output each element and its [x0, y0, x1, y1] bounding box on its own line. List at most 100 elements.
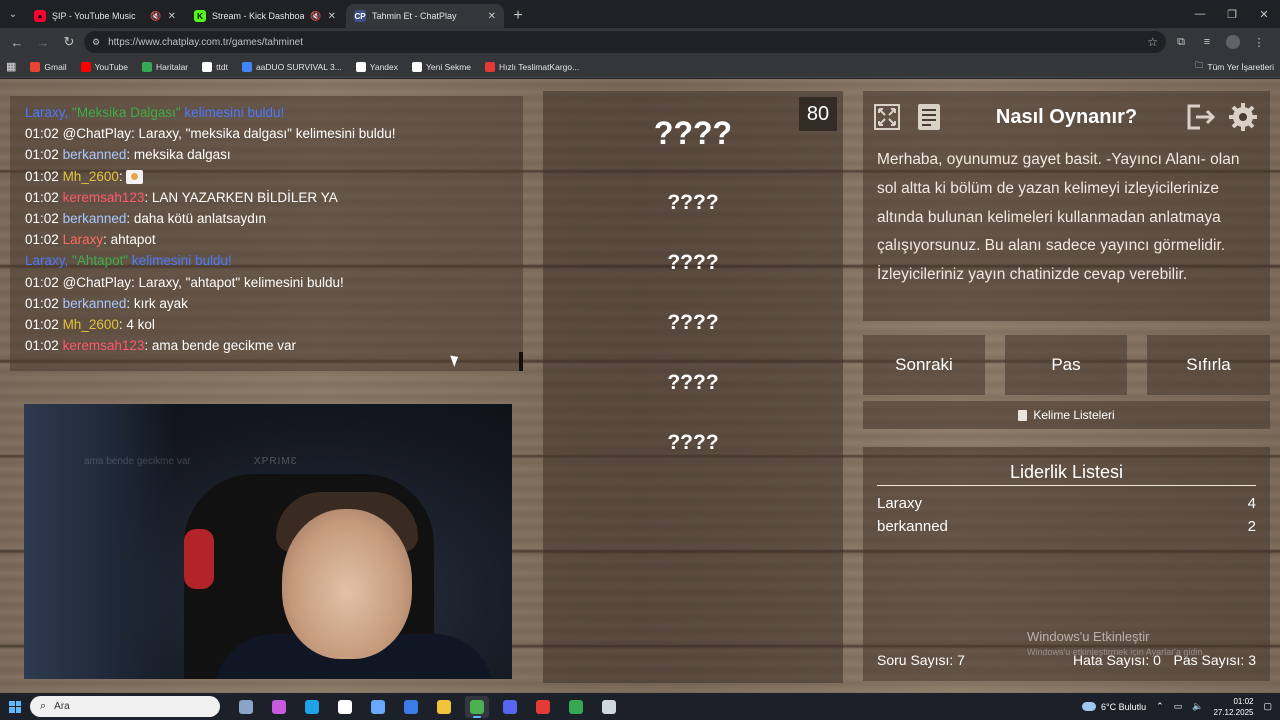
forbidden-word: ???? — [667, 191, 719, 214]
taskbar-app-icon[interactable] — [432, 696, 456, 718]
exit-icon[interactable] — [1185, 101, 1217, 133]
chat-username[interactable]: keremsah123 — [63, 190, 145, 205]
browser-tab[interactable]: ● ŞIP - YouTube Music 🔇 ✕ — [26, 4, 184, 28]
found-word: "Meksika Dalgası" — [72, 105, 181, 120]
taskbar-app-icon[interactable] — [597, 696, 621, 718]
chat-message: 01:02 @ChatPlay: Laraxy, "ahtapot" kelim… — [25, 272, 508, 293]
browser-tab[interactable]: CP Tahmin Et - ChatPlay ✕ — [346, 4, 504, 28]
bookmark-item[interactable]: YouTube — [80, 61, 128, 72]
chat-username[interactable]: Mh_2600 — [63, 317, 119, 332]
bookmark-item[interactable]: ttdt — [202, 61, 228, 72]
settings-gear-icon[interactable] — [1227, 101, 1259, 133]
tab-audio-icon[interactable]: 🔇 — [150, 11, 161, 22]
search-placeholder: Ara — [54, 701, 70, 712]
taskbar-app-icon[interactable] — [564, 696, 588, 718]
chat-username[interactable]: Laraxy — [63, 232, 104, 247]
tab-title: Tahmin Et - ChatPlay — [372, 11, 457, 21]
bookmark-label: Haritalar — [156, 61, 189, 72]
how-to-play-panel: Nasıl Oynanır? Merhaba, oyunumuz gayet b… — [863, 91, 1270, 321]
media-controls-icon[interactable]: ≡ — [1196, 31, 1218, 53]
menu-icon[interactable]: ⋮ — [1248, 31, 1270, 53]
chat-username[interactable]: keremsah123 — [63, 338, 145, 353]
chair-brand-text: XPRIMƐ — [254, 456, 298, 467]
tab-search-button[interactable]: ⌄ — [0, 0, 26, 28]
forbidden-word: ???? — [667, 251, 719, 274]
chat-username[interactable]: berkanned — [63, 296, 127, 311]
next-button[interactable]: Sonraki — [863, 335, 985, 395]
bookmark-item[interactable]: aaDUO SURVIVAL 3... — [241, 61, 342, 72]
forward-button[interactable]: → — [32, 31, 54, 53]
tray-chevron-icon[interactable]: ⌃ — [1156, 701, 1164, 712]
chat-text: : LAN YAZARKEN BİLDİLER YA — [144, 189, 338, 205]
reset-button[interactable]: Sıfırla — [1147, 335, 1270, 395]
chat-text: kelimesini buldu! — [180, 105, 285, 120]
bookmark-star-icon[interactable]: ☆ — [1147, 35, 1158, 49]
chat-timestamp: 01:02 — [25, 274, 59, 290]
bookmark-item[interactable]: Yeni Sekme — [411, 61, 471, 72]
clock[interactable]: 01:02 27.12.2025 — [1213, 696, 1253, 718]
tab-audio-icon[interactable]: 🔇 — [310, 11, 321, 22]
weather-widget[interactable]: 6°C Bulutlu — [1082, 702, 1146, 712]
reload-button[interactable]: ↻ — [58, 31, 80, 53]
taskbar-app-icon[interactable] — [333, 696, 357, 718]
chat-message: 01:02 Mh_2600: — [25, 166, 508, 187]
chat-username[interactable]: Mh_2600 — [63, 169, 119, 184]
notification-icon[interactable]: ▢ — [1263, 701, 1272, 712]
chat-username[interactable]: @ChatPlay — [63, 126, 131, 141]
url-field[interactable]: ⚙ https://www.chatplay.com.tr/games/tahm… — [84, 31, 1166, 53]
webcam-feed: ama bende gecikme var XPRIMƐ — [24, 404, 512, 679]
search-icon: ⌕ — [40, 700, 47, 712]
leaderboard-name: berkanned — [877, 517, 948, 535]
chat-username[interactable]: berkanned — [63, 211, 127, 226]
tab-close-icon[interactable]: ✕ — [168, 11, 176, 22]
chat-username[interactable]: @ChatPlay — [63, 275, 131, 290]
minimize-button[interactable]: — — [1184, 0, 1216, 28]
target-word: ???? — [653, 115, 733, 151]
taskbar-search[interactable]: ⌕ Ara — [30, 696, 220, 717]
bookmark-item[interactable]: Yandex — [355, 61, 398, 72]
folder-icon: 🗀 — [1194, 59, 1204, 70]
taskbar-app-icon[interactable] — [399, 696, 423, 718]
all-bookmarks-folder[interactable]: 🗀 Tüm Yer İşaretleri — [1195, 60, 1274, 74]
new-tab-button[interactable]: + — [506, 4, 530, 28]
network-icon[interactable]: ▭ — [1174, 701, 1183, 712]
word-panel: 80 ???? ???????????????????? — [543, 91, 843, 683]
chat-text: : meksika dalgası — [126, 147, 231, 163]
browser-tab[interactable]: K Stream - Kick Dashboard 🔇 ✕ — [186, 4, 344, 28]
start-button[interactable] — [0, 693, 30, 720]
tab-close-icon[interactable]: ✕ — [488, 11, 496, 22]
leaderboard-name: Laraxy — [877, 495, 923, 512]
window-controls: — ❐ ✕ — [1184, 0, 1280, 28]
profile-avatar[interactable] — [1226, 35, 1240, 49]
apps-grid-icon[interactable]: ▦ — [6, 60, 16, 73]
extensions-icon[interactable]: ⧉ — [1170, 31, 1192, 53]
taskbar-app-icon[interactable] — [465, 695, 489, 718]
bookmark-item[interactable]: Haritalar — [142, 61, 189, 72]
leaderboard-row: Laraxy 4 — [877, 495, 1256, 512]
chat-text: : daha kötü anlatsaydın — [126, 211, 266, 227]
taskbar-app-icon[interactable] — [366, 696, 390, 718]
taskbar-app-icon[interactable] — [267, 696, 291, 718]
taskbar-app-icon[interactable] — [531, 696, 555, 718]
chat-message: 01:02 keremsah123: ama bende gecikme var — [25, 335, 508, 356]
taskbar-app-icon[interactable] — [300, 696, 324, 718]
chat-scrollbar[interactable] — [519, 352, 523, 371]
chat-timestamp: 01:02 — [25, 189, 59, 205]
bookmark-item[interactable]: Hızlı TeslimatKargo... — [485, 61, 579, 72]
site-info-icon[interactable]: ⚙ — [92, 37, 100, 48]
bookmark-item[interactable]: Gmail — [30, 61, 67, 72]
close-window-button[interactable]: ✕ — [1248, 0, 1280, 28]
tab-title: Stream - Kick Dashboard — [212, 11, 305, 21]
restore-button[interactable]: ❐ — [1216, 0, 1248, 28]
pass-button[interactable]: Pas — [1005, 335, 1127, 395]
weather-text: 6°C Bulutlu — [1101, 701, 1147, 712]
chat-timestamp: 01:02 — [25, 338, 59, 354]
tab-close-icon[interactable]: ✕ — [328, 11, 336, 22]
volume-icon[interactable]: 🔈 — [1192, 701, 1203, 712]
word-lists-button[interactable]: Kelime Listeleri — [863, 401, 1270, 429]
taskbar-app-icon[interactable] — [498, 696, 522, 718]
leaderboard-panel: Liderlik Listesi Laraxy 4 berkanned 2 Windo… — [863, 447, 1270, 681]
taskbar-app-icon[interactable] — [234, 696, 258, 718]
back-button[interactable]: ← — [6, 31, 28, 53]
chat-username[interactable]: berkanned — [63, 147, 127, 162]
